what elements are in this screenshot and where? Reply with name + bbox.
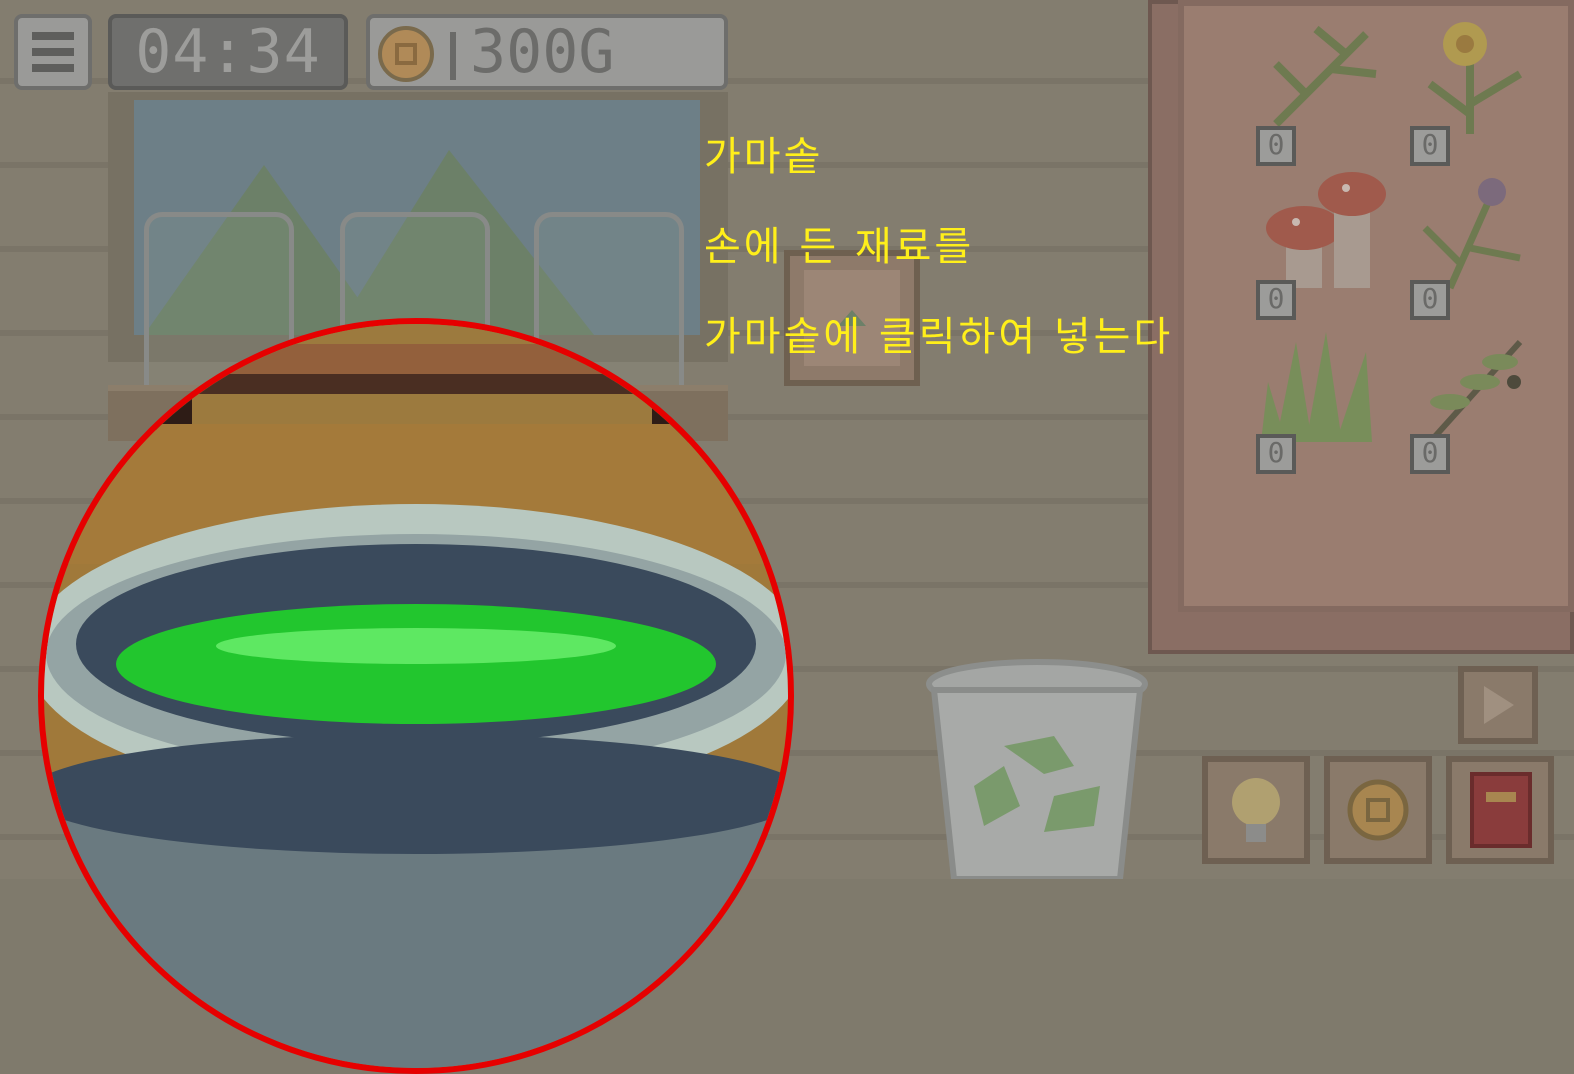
- cauldron-zoom: [44, 324, 788, 1068]
- herb-count: 0: [1256, 126, 1296, 166]
- coin-icon: [1347, 779, 1409, 841]
- book-icon: [1470, 772, 1532, 848]
- gold-display: 300G: [366, 14, 728, 90]
- yellow-flower-icon[interactable]: [1410, 14, 1540, 144]
- lightbulb-icon: [1232, 778, 1280, 842]
- tutorial-line-2: 손에 든 재료를: [704, 224, 975, 270]
- mushroom-icon[interactable]: [1256, 168, 1396, 298]
- gold-divider: [450, 32, 456, 80]
- cauldron-highlight: [38, 318, 794, 1074]
- shop-button[interactable]: [1324, 756, 1432, 864]
- timer: 04:34: [108, 14, 348, 90]
- thistle-icon[interactable]: [1410, 168, 1540, 298]
- mushroom-count: 0: [1256, 280, 1296, 320]
- tutorial-title: 가마솥: [704, 134, 824, 180]
- olive-branch-icon[interactable]: [1410, 322, 1540, 452]
- gold-amount: 300G: [470, 17, 615, 87]
- next-button[interactable]: [1458, 666, 1538, 744]
- thistle-count: 0: [1410, 280, 1450, 320]
- tutorial-line-3: 가마솥에 클릭하여 넣는다: [704, 314, 1174, 360]
- yellow-flower-count: 0: [1410, 126, 1450, 166]
- herb-icon[interactable]: [1256, 14, 1396, 144]
- trash-can[interactable]: [924, 656, 1150, 882]
- hint-button[interactable]: [1202, 756, 1310, 864]
- timer-text: 04:34: [135, 17, 321, 87]
- play-icon: [1484, 686, 1514, 724]
- aloe-count: 0: [1256, 434, 1296, 474]
- olive-branch-count: 0: [1410, 434, 1450, 474]
- menu-button[interactable]: [14, 14, 92, 90]
- recipe-book-button[interactable]: [1446, 756, 1554, 864]
- aloe-icon[interactable]: [1256, 322, 1396, 452]
- coin-icon: [378, 26, 434, 82]
